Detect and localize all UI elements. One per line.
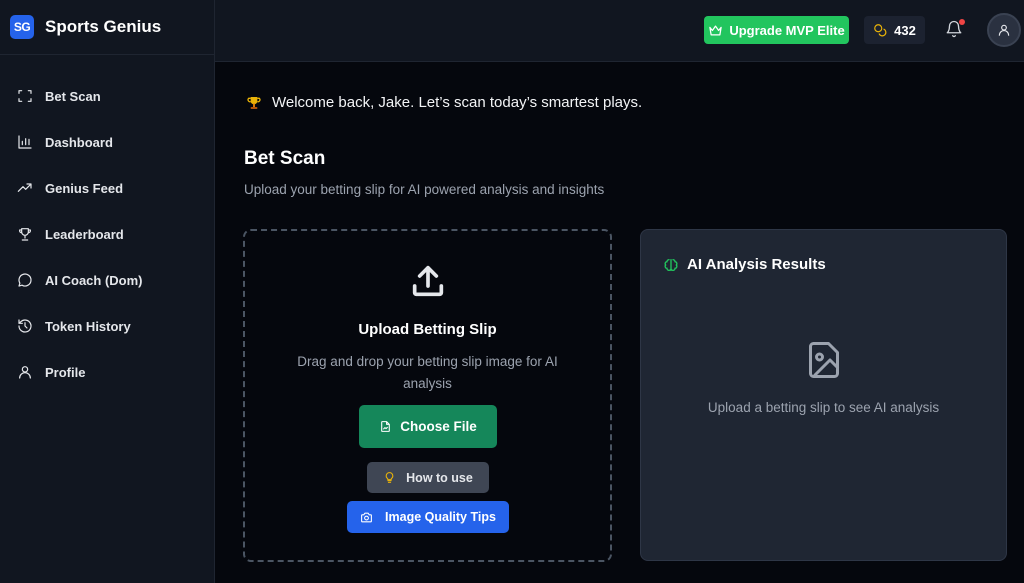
token-balance[interactable]: 432 [864,16,925,44]
results-header: AI Analysis Results [663,256,826,273]
trophy-icon [247,96,261,109]
sidebar-item-label: Bet Scan [45,88,101,104]
camera-icon [361,512,372,522]
user-icon [17,364,33,380]
sidebar-item-label: Leaderboard [45,226,124,242]
file-image-icon [381,421,391,432]
upgrade-button[interactable]: Upgrade MVP Elite [704,16,849,44]
bar-chart-icon [17,134,33,150]
lightbulb-icon [385,472,394,483]
chat-bubble-icon [17,272,33,288]
notifications-button[interactable] [945,19,965,40]
sidebar-item-ai-coach[interactable]: AI Coach (Dom) [0,257,214,303]
brand[interactable]: SG Sports Genius [0,0,214,55]
scan-icon [17,88,33,104]
choose-file-button[interactable]: Choose File [359,405,497,448]
sidebar-item-label: AI Coach (Dom) [45,272,143,288]
upload-title: Upload Betting Slip [358,321,497,338]
page-subtitle: Upload your betting slip for AI powered … [244,182,605,197]
trophy-icon [17,226,33,242]
page-title: Bet Scan [244,148,326,169]
history-icon [17,318,33,334]
main-content: Welcome back, Jake. Let’s scan today’s s… [215,62,1024,583]
image-file-icon [806,340,842,380]
sidebar-item-label: Genius Feed [45,180,124,196]
sidebar-item-dashboard[interactable]: Dashboard [0,119,214,165]
upload-icon [408,261,448,301]
how-to-use-label: How to use [406,470,473,485]
choose-file-label: Choose File [400,419,477,434]
sidebar-item-leaderboard[interactable]: Leaderboard [0,211,214,257]
sidebar-item-token-history[interactable]: Token History [0,303,214,349]
welcome-banner: Welcome back, Jake. Let’s scan today’s s… [246,94,642,111]
upload-description: Drag and drop your betting slip image fo… [297,354,558,391]
upload-dropzone[interactable]: Upload Betting Slip Drag and drop your b… [243,229,612,562]
brand-logo: SG [10,15,34,39]
sidebar-item-genius-feed[interactable]: Genius Feed [0,165,214,211]
avatar[interactable] [987,13,1021,47]
user-icon [998,24,1010,36]
notification-dot [959,19,965,25]
sidebar-item-label: Profile [45,364,86,380]
how-to-use-button[interactable]: How to use [367,462,489,493]
trending-up-icon [17,180,33,196]
image-quality-tips-button[interactable]: Image Quality Tips [347,501,509,533]
results-empty-state: Upload a betting slip to see AI analysis [707,400,940,415]
sidebar-nav: Bet Scan Dashboard Genius Feed Leaderboa… [0,55,214,395]
token-count: 432 [894,22,916,38]
topbar: Upgrade MVP Elite 432 [215,0,1024,62]
brand-name: Sports Genius [45,17,162,36]
sidebar-item-bet-scan[interactable]: Bet Scan [0,73,214,119]
sidebar-item-label: Token History [45,318,131,334]
coins-icon [874,24,887,37]
sidebar-item-profile[interactable]: Profile [0,349,214,395]
results-title: AI Analysis Results [687,256,826,273]
upgrade-label: Upgrade MVP Elite [729,22,845,38]
sidebar: SG Sports Genius Bet Scan Dashboard Geni… [0,0,215,583]
ai-analysis-results-panel: AI Analysis Results Upload a betting sli… [640,229,1007,561]
brain-icon [664,258,678,271]
sidebar-item-label: Dashboard [45,134,113,150]
welcome-text: Welcome back, Jake. Let’s scan today’s s… [272,94,643,111]
image-quality-tips-label: Image Quality Tips [385,510,496,524]
crown-icon [709,25,723,35]
